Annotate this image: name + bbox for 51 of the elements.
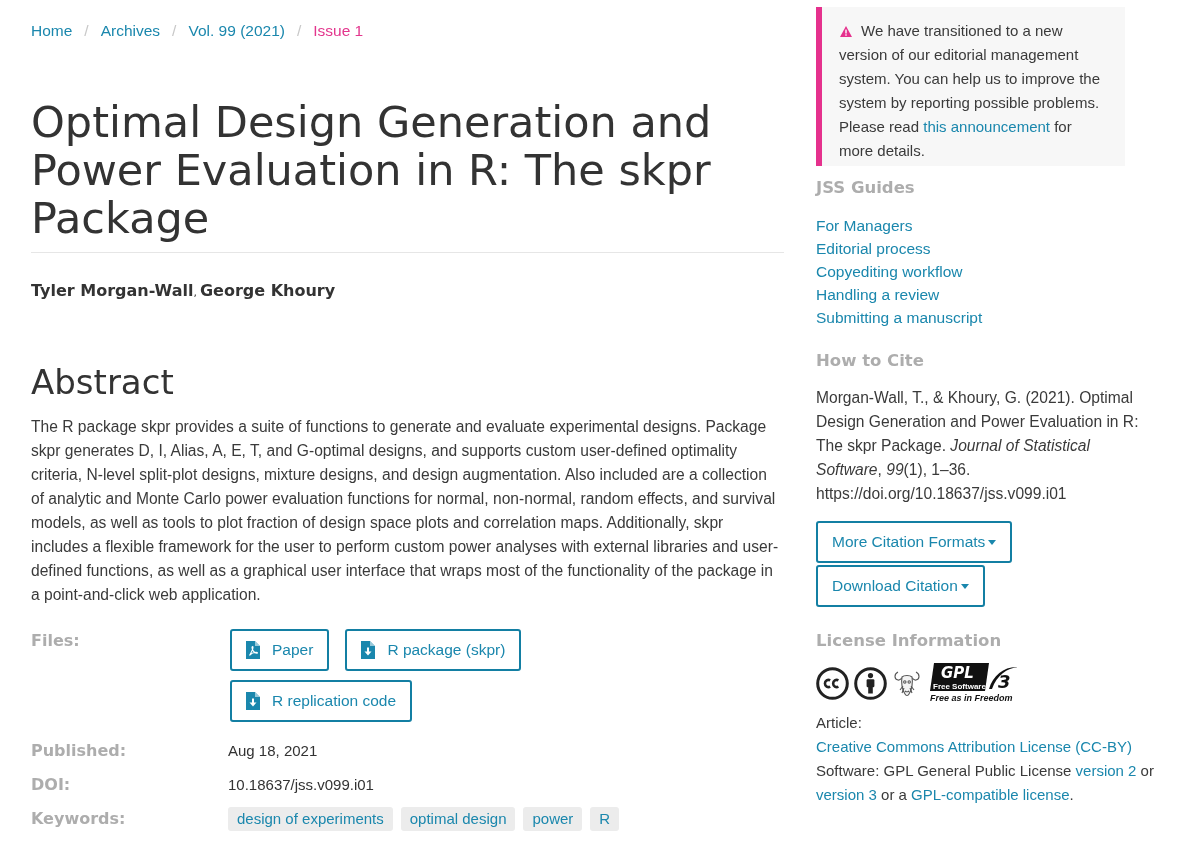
citation-text: Morgan-Wall, T., & Khoury, G. (2021). Optimal Design Generation and Power Evaluation in R: The skpr Package. Journal of Statistical Software, 99(1), 1–36. https://doi.org/10.18637/jss.v099.i01 (816, 388, 1140, 504)
section-heading: License Information (816, 630, 1003, 652)
detail-label: Published: (31, 740, 128, 762)
license-link[interactable]: version 2 (1075, 762, 1137, 779)
cc-icon (816, 666, 849, 700)
keyword-tag[interactable]: optimal design (400, 807, 516, 831)
notice-text: We have transitioned to a new version of our editorial management system. You can help us to improve the system by reporting possible problems. Please read this announcement for more details. (839, 21, 1101, 161)
detail-label: DOI: (31, 774, 72, 796)
guide-link[interactable]: Editorial process (816, 237, 931, 260)
license-link[interactable]: version 3 (816, 786, 877, 803)
guide-link[interactable]: Handling a review (816, 283, 940, 306)
breadcrumb-link[interactable]: Issue 1 (313, 19, 364, 42)
detail-label: Files: (31, 630, 81, 652)
guide-link[interactable]: Submitting a manuscript (816, 306, 983, 329)
dropdown-button[interactable]: Download Citation (816, 565, 985, 607)
breadcrumb-separator: / (84, 21, 89, 41)
breadcrumb-link[interactable]: Archives (100, 19, 161, 42)
breadcrumb-link[interactable]: Home (31, 19, 73, 42)
breadcrumb-link[interactable]: Vol. 99 (2021) (188, 19, 285, 42)
warning-icon (840, 26, 852, 37)
guide-link[interactable]: Copyediting workflow (816, 260, 963, 283)
author-list: Tyler Morgan-Wall, George Khoury (31, 279, 784, 305)
abstract-text: The R package skpr provides a suite of functions to generate and evaluate experimental designs. Package skpr generates D, I, Alias, A, E, T, and G-optimal designs, and supports custom user-defined optimality criteria, N-level split-plot designs, mixture designs, and design augmentation. Also included are a collection of analytic and Monte Carlo power evaluation functions for normal, non-normal, random effects, and survival models, as well as tools to plot fraction of design space plots and correlation maps. Additionally, skpr includes a flexible framework for the user to perform custom power analyses with external libraries and user-defined functions, as well as a graphical user interface that wraps most of the functionality of the package in a point-and-click web application. (31, 417, 780, 605)
license-text: Software: GPL General Public License version 2 or version 3 or a GPL-compatible license. (816, 761, 1155, 805)
abstract-heading: Abstract (31, 362, 175, 402)
download-file-icon (246, 692, 260, 710)
file-button[interactable]: R replication code (230, 680, 413, 722)
file-button[interactable]: Paper (230, 629, 330, 671)
article-title: Optimal Design Generation and Power Evaluation in R: The skpr Package (31, 98, 784, 253)
breadcrumb-separator: / (172, 21, 177, 41)
license-link[interactable]: Creative Commons Attribution License (CC-BY) (816, 738, 1132, 755)
section-heading: JSS Guides (816, 177, 916, 199)
dropdown-button[interactable]: More Citation Formats (816, 521, 1013, 563)
keyword-tag[interactable]: design of experiments (228, 807, 393, 831)
detail-label: Keywords: (31, 808, 127, 830)
keyword-tag[interactable]: R (590, 807, 620, 831)
keyword-tag[interactable]: power (523, 807, 583, 831)
person-icon (854, 666, 887, 700)
published-date: Aug 18, 2021 (228, 741, 318, 761)
breadcrumb-separator: / (296, 21, 302, 41)
license-link[interactable]: GPL-compatible license (911, 786, 1070, 803)
section-heading: How to Cite (816, 350, 925, 372)
download-file-icon (361, 641, 376, 659)
pdf-file-icon (246, 641, 260, 659)
doi-link[interactable]: 10.18637/jss.v099.i01 (228, 773, 374, 797)
caret-icon (960, 583, 969, 589)
announcement-link[interactable]: this announcement (923, 118, 1050, 135)
file-button[interactable]: R package (skpr) (345, 629, 522, 671)
guide-link[interactable]: For Managers (816, 214, 913, 237)
license-text: Article: Creative Commons Attribution License (CC-BY) (816, 713, 1133, 757)
caret-icon (988, 539, 997, 545)
